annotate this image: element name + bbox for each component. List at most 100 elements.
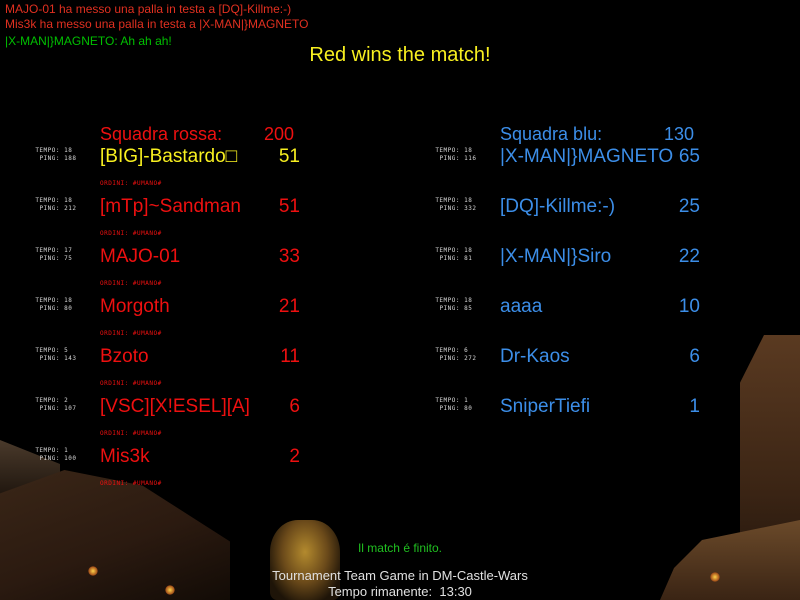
player-orders: ORDINI: #UMANO# xyxy=(100,280,162,287)
player-score: 65 xyxy=(678,146,700,167)
player-stats: TEMPO: 18 PING: 116 xyxy=(428,147,476,163)
time-label: TEMPO: xyxy=(35,447,60,454)
player-time: 18 xyxy=(464,247,473,254)
red-team-name: Squadra rossa: xyxy=(100,124,223,144)
player-stats: TEMPO: 18 PING: 212 xyxy=(28,197,76,213)
player-ping: 100 xyxy=(64,455,77,462)
player-time: 1 xyxy=(464,397,469,404)
time-label: TEMPO: xyxy=(35,347,60,354)
time-label: TEMPO: xyxy=(435,147,460,154)
ping-label: PING: xyxy=(39,455,60,462)
ping-label: PING: xyxy=(439,255,460,262)
match-status: Il match é finito. xyxy=(357,541,443,555)
player-stats: TEMPO: 18 PING: 80 xyxy=(28,297,72,313)
player-ping: 107 xyxy=(64,405,77,412)
player-name: |X-MAN|}Siro xyxy=(500,246,612,267)
ping-label: PING: xyxy=(439,355,460,362)
player-name: [mTp]~Sandman xyxy=(100,196,241,217)
kill-message: Mis3k ha messo una palla in testa a |X-M… xyxy=(5,17,309,31)
kill-message: MAJO-01 ha messo una palla in testa a [D… xyxy=(5,2,292,16)
player-name: SniperTiefi xyxy=(500,396,591,417)
time-label: TEMPO: xyxy=(35,297,60,304)
player-score: 6 xyxy=(689,346,700,367)
ping-label: PING: xyxy=(39,255,60,262)
player-time: 18 xyxy=(464,297,473,304)
ping-label: PING: xyxy=(439,155,460,162)
player-stats: TEMPO: 1 PING: 100 xyxy=(28,447,76,463)
time-label: TEMPO: xyxy=(435,397,460,404)
player-time: 18 xyxy=(64,297,73,304)
player-name: [DQ]-Killme:-) xyxy=(500,196,616,217)
player-orders: ORDINI: #UMANO# xyxy=(100,430,162,437)
player-time: 1 xyxy=(64,447,69,454)
player-orders: ORDINI: #UMANO# xyxy=(100,330,162,337)
player-name: Dr-Kaos xyxy=(500,346,570,367)
player-score: 21 xyxy=(278,296,300,317)
game-info: Tournament Team Game in DM-Castle-Wars xyxy=(272,568,528,583)
player-stats: TEMPO: 2 PING: 107 xyxy=(28,397,76,413)
player-time: 18 xyxy=(464,147,473,154)
player-stats: TEMPO: 18 PING: 85 xyxy=(428,297,472,313)
winner-banner: Red wins the match! xyxy=(309,44,491,66)
player-score: 11 xyxy=(280,346,300,367)
player-ping: 188 xyxy=(64,155,77,162)
ping-label: PING: xyxy=(39,355,60,362)
player-stats: TEMPO: 17 PING: 75 xyxy=(28,247,72,263)
blue-team-score: 130 xyxy=(664,124,695,144)
ping-label: PING: xyxy=(439,305,460,312)
time-label: TEMPO: xyxy=(435,197,460,204)
player-time: 17 xyxy=(64,247,73,254)
player-name: Mis3k xyxy=(100,446,150,467)
player-orders: ORDINI: #UMANO# xyxy=(100,230,162,237)
player-ping: 80 xyxy=(64,305,73,312)
player-stats: TEMPO: 18 PING: 332 xyxy=(428,197,476,213)
time-label: TEMPO: xyxy=(35,247,60,254)
player-score: 10 xyxy=(678,296,700,317)
player-ping: 80 xyxy=(464,405,473,412)
ping-label: PING: xyxy=(39,205,60,212)
time-label: TEMPO: xyxy=(35,397,60,404)
player-score: 33 xyxy=(278,246,300,267)
ping-label: PING: xyxy=(39,405,60,412)
player-name: MAJO-01 xyxy=(100,246,181,267)
player-name: Morgoth xyxy=(100,296,170,317)
ping-label: PING: xyxy=(39,155,60,162)
player-ping: 332 xyxy=(464,205,477,212)
player-ping: 81 xyxy=(464,255,473,262)
time-remaining-value: 13:30 xyxy=(439,584,472,599)
player-score: 51 xyxy=(278,196,300,217)
time-remaining-label: Tempo rimanente: xyxy=(328,584,433,599)
time-label: TEMPO: xyxy=(35,197,60,204)
red-team-score: 200 xyxy=(264,124,295,144)
player-stats: TEMPO: 1 PING: 80 xyxy=(428,397,472,413)
player-name: [BIG]-Bastardo□ xyxy=(100,146,238,167)
player-ping: 143 xyxy=(64,355,77,362)
player-ping: 272 xyxy=(464,355,477,362)
time-label: TEMPO: xyxy=(435,297,460,304)
player-name: [VSC][X!ESEL][A] xyxy=(100,396,250,417)
player-score: 25 xyxy=(678,196,700,217)
player-score: 1 xyxy=(689,396,700,417)
player-name: aaaa xyxy=(500,296,543,317)
time-label: TEMPO: xyxy=(435,347,460,354)
player-time: 18 xyxy=(464,197,473,204)
player-score: 51 xyxy=(278,146,300,167)
player-stats: TEMPO: 18 PING: 81 xyxy=(428,247,472,263)
player-time: 18 xyxy=(64,197,73,204)
blue-team-name: Squadra blu: xyxy=(500,124,603,144)
player-name: |X-MAN|}MAGNETO xyxy=(500,146,674,167)
player-ping: 116 xyxy=(464,155,477,162)
player-score: 2 xyxy=(289,446,300,467)
player-ping: 85 xyxy=(464,305,473,312)
time-label: TEMPO: xyxy=(435,247,460,254)
player-ping: 75 xyxy=(64,255,73,262)
player-stats: TEMPO: 6 PING: 272 xyxy=(428,347,476,363)
ping-label: PING: xyxy=(39,305,60,312)
player-orders: ORDINI: #UMANO# xyxy=(100,380,162,387)
player-time: 5 xyxy=(64,347,69,354)
ping-label: PING: xyxy=(439,405,460,412)
player-stats: TEMPO: 5 PING: 143 xyxy=(28,347,76,363)
player-time: 18 xyxy=(64,147,73,154)
player-orders: ORDINI: #UMANO# xyxy=(100,480,162,487)
player-orders: ORDINI: #UMANO# xyxy=(100,180,162,187)
